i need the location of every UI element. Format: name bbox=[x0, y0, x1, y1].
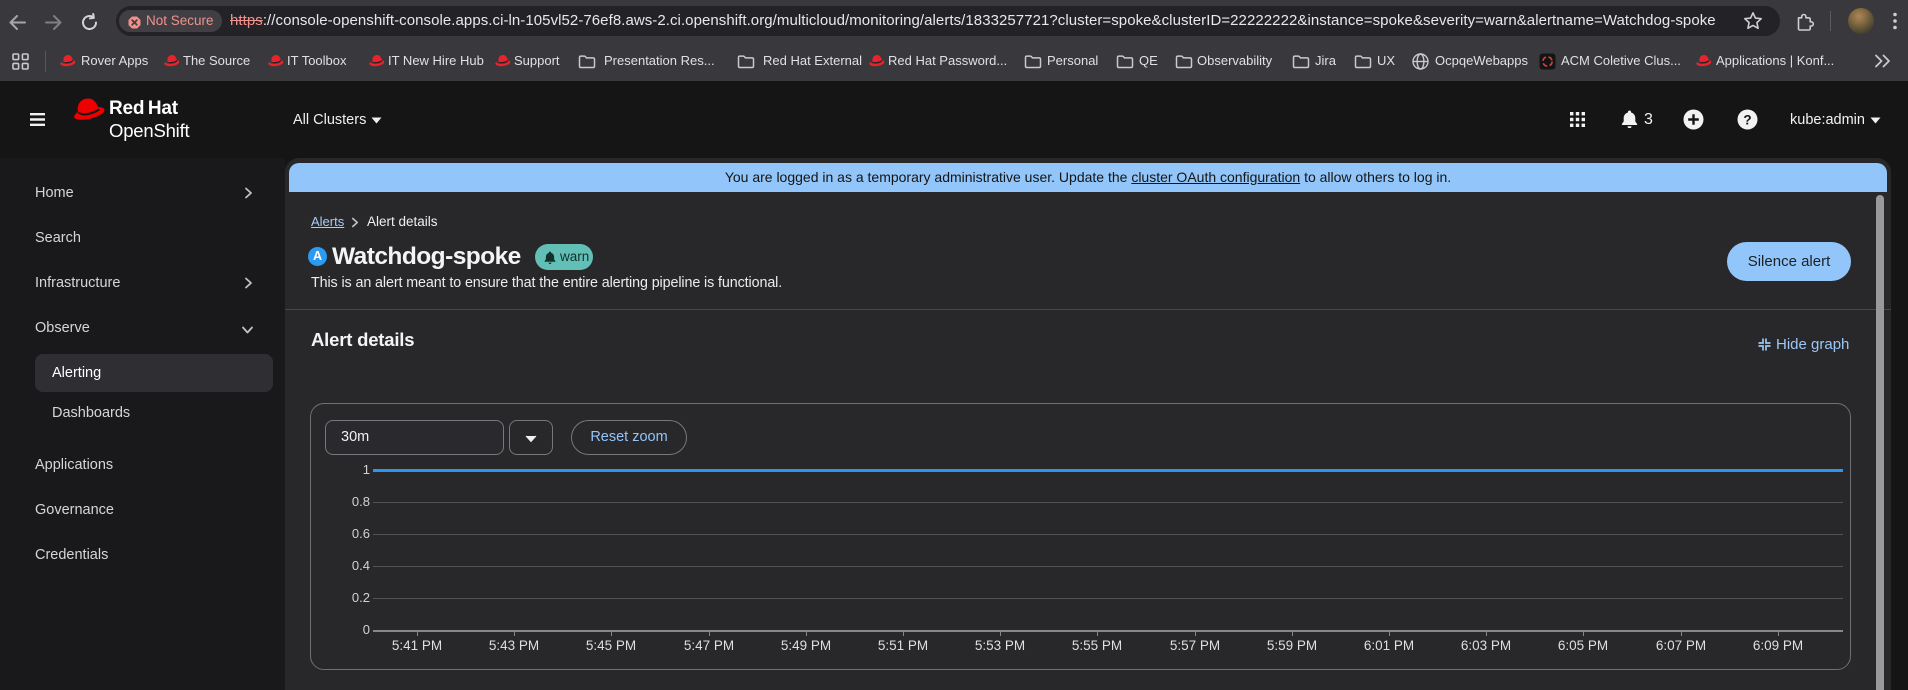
svg-text:?: ? bbox=[1743, 112, 1751, 127]
